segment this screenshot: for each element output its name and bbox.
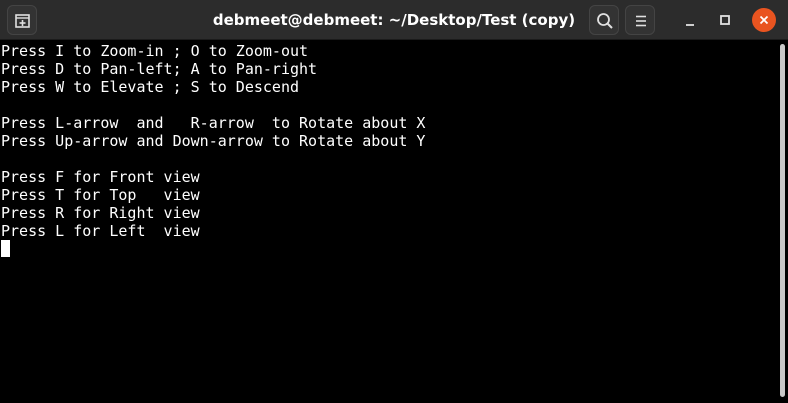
scrollbar[interactable]	[776, 42, 788, 403]
text-cursor	[1, 240, 10, 257]
scrollbar-thumb[interactable]	[780, 44, 785, 397]
terminal-line: Press L for Left view	[1, 222, 200, 240]
terminal-output[interactable]: Press I to Zoom-in ; O to Zoom-out Press…	[0, 42, 776, 403]
terminal-line: Press I to Zoom-in ; O to Zoom-out	[1, 42, 309, 60]
terminal-line: Press T for Top view	[1, 186, 200, 204]
terminal-line: Press R for Right view	[1, 204, 200, 222]
window-title: debmeet@debmeet: ~/Desktop/Test (copy)	[212, 11, 576, 29]
cursor-line	[1, 240, 776, 258]
terminal-line: Press F for Front view	[1, 168, 200, 186]
new-tab-button[interactable]	[7, 5, 37, 35]
menu-button[interactable]	[625, 5, 655, 35]
minimize-button[interactable]	[675, 5, 705, 35]
terminal-line: Press L-arrow and R-arrow to Rotate abou…	[1, 114, 426, 132]
search-button[interactable]	[589, 5, 619, 35]
terminal-line: Press Up-arrow and Down-arrow to Rotate …	[1, 132, 426, 150]
close-button[interactable]	[752, 8, 776, 32]
title-bar[interactable]: debmeet@debmeet: ~/Desktop/Test (copy)	[0, 0, 788, 40]
maximize-button[interactable]	[710, 5, 740, 35]
terminal-line: Press W to Elevate ; S to Descend	[1, 78, 300, 96]
terminal-line: Press D to Pan-left; A to Pan-right	[1, 60, 318, 78]
terminal-window: debmeet@debmeet: ~/Desktop/Test (copy) P…	[0, 0, 788, 403]
